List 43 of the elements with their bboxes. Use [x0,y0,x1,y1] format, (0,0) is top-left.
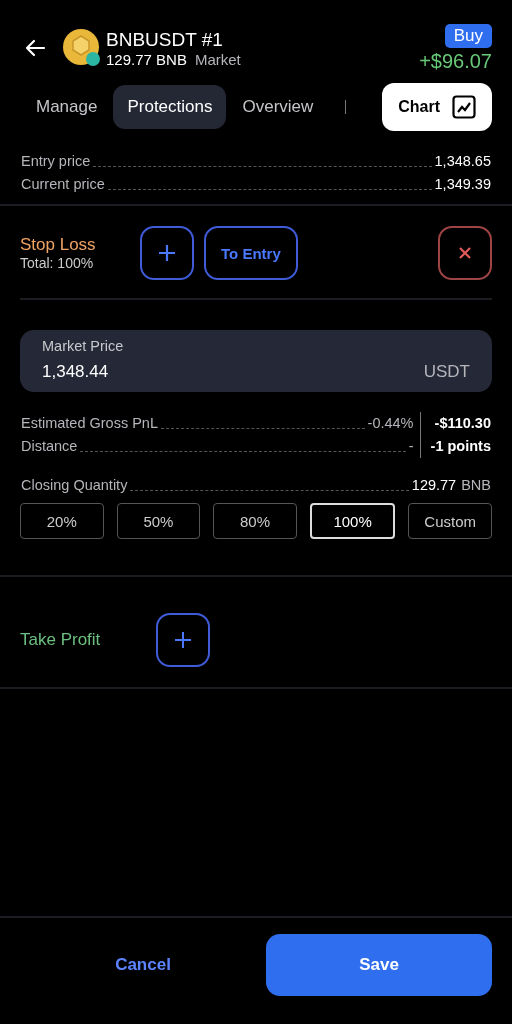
tab[interactable]: Protections [113,85,227,129]
order-type: Market [194,50,241,68]
take-profit-title: Take Profit [20,630,101,650]
add-button[interactable] [140,226,194,280]
pnl-label: Estimated Gross PnL [21,414,158,433]
distance-points: -1 points [429,437,491,456]
price-label: Entry price [21,152,91,171]
closing-unit: BNB [461,476,491,495]
quantity-option[interactable]: 80% [213,503,297,539]
quantity-option[interactable]: 20% [20,503,104,539]
distance-value: - [408,437,414,456]
pair-title: BNBUSDT #1 [106,28,224,51]
stop-loss-title: Stop Loss [20,235,97,255]
quantity-option[interactable]: Custom [408,503,492,539]
back-icon[interactable] [24,39,46,57]
delete-button[interactable] [438,226,492,280]
distance-label: Distance [21,437,78,456]
save-button[interactable]: Save [266,934,492,996]
closing-label: Closing Quantity [21,476,128,495]
tab[interactable]: Overview [228,85,328,129]
price-label: Current price [21,175,105,194]
market-price-field[interactable]: Market Price 1,348.44 USDT [20,330,492,392]
tab[interactable]: Manage [22,85,112,129]
pnl-percent: -0.44% [367,414,414,433]
position-quantity: 129.77 BNB [106,50,187,68]
add-button[interactable] [156,613,211,667]
price-value: 1,349.39 [434,175,491,194]
pnl-amount: -$110.30 [433,414,491,433]
side-badge: Buy [444,23,492,48]
plus-icon [174,631,193,649]
profit-value: +$96.07 [419,49,492,73]
coin-icon [62,28,102,68]
chart-icon [452,95,476,119]
cancel-button[interactable]: Cancel [20,954,266,976]
to-entry-button[interactable]: To Entry [204,226,298,280]
total-label: Total: 100% [20,255,95,271]
plus-icon [158,244,176,262]
quantity-option[interactable]: 50% [116,503,201,539]
closing-value: 129.77 [411,476,457,495]
chart-button[interactable]: Chart [382,83,492,131]
quantity-option[interactable]: 100% [309,503,396,539]
close-icon [459,247,471,259]
price-value: 1,348.65 [434,152,491,171]
